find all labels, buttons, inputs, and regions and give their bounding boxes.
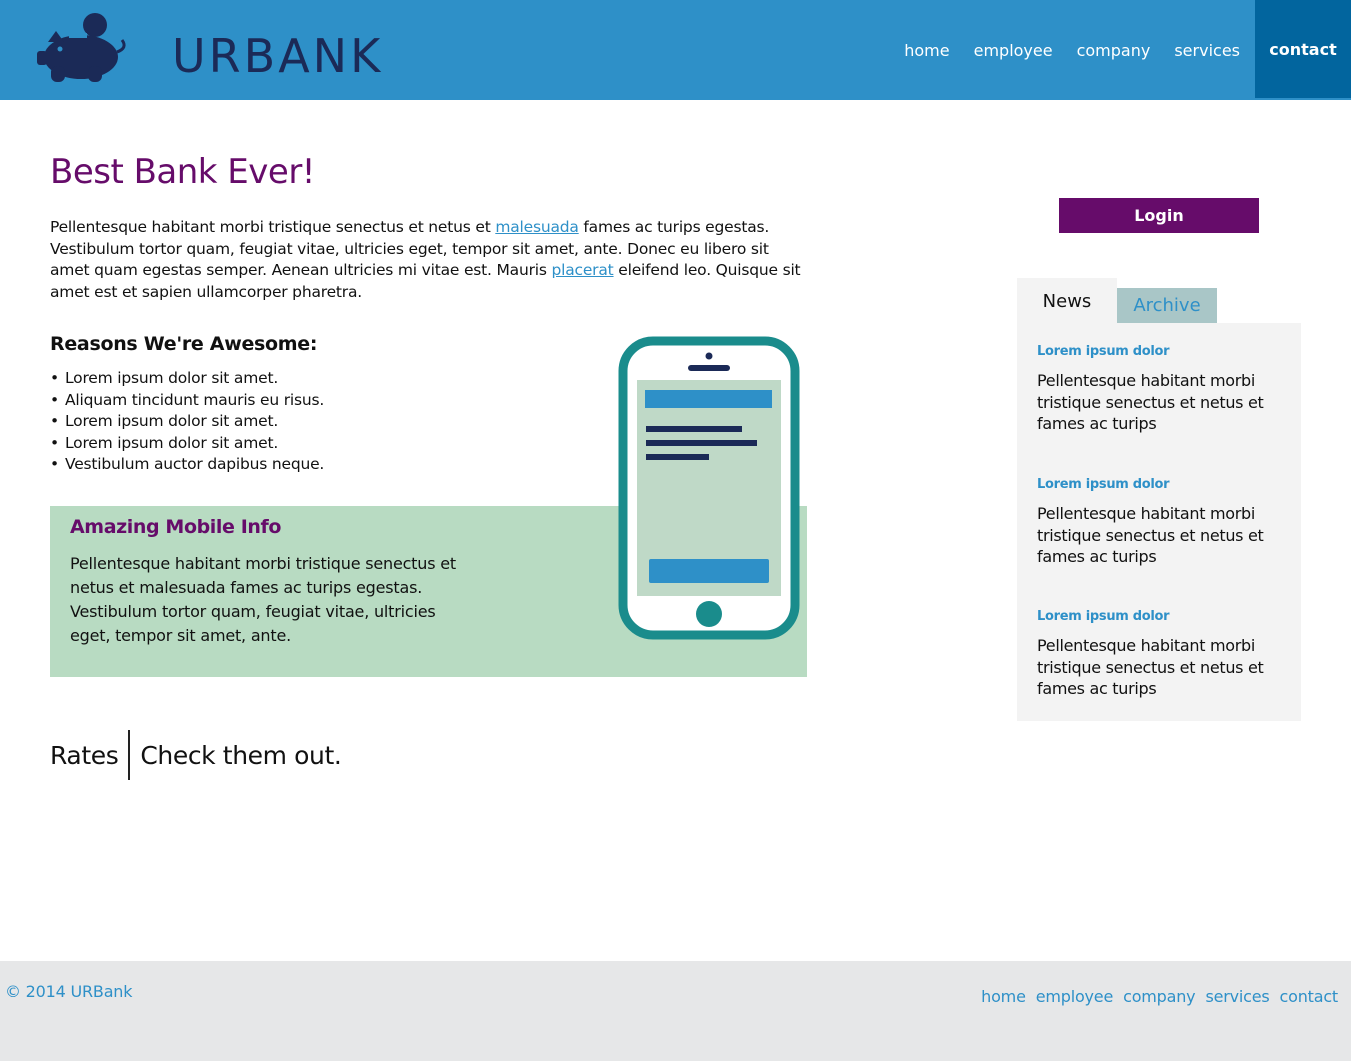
reasons-list: Lorem ipsum dolor sit amet. Aliquam tinc… <box>50 368 324 476</box>
news-panel: Lorem ipsum dolor Pellentesque habitant … <box>1017 323 1301 721</box>
reasons-heading: Reasons We're Awesome: <box>50 333 318 355</box>
rates-heading: Rates <box>50 740 119 770</box>
site-logo[interactable]: URBANK <box>36 8 380 88</box>
footer-nav-services[interactable]: services <box>1205 987 1269 1006</box>
news-item-body: Pellentesque habitant morbi tristique se… <box>1037 504 1264 566</box>
intro-text-1: Pellentesque habitant morbi tristique se… <box>50 218 496 236</box>
news-item: Lorem ipsum dolor Pellentesque habitant … <box>1037 609 1287 700</box>
logo-wordmark: URBANK <box>172 29 384 83</box>
list-item: Lorem ipsum dolor sit amet. <box>50 433 324 455</box>
intro-paragraph: Pellentesque habitant morbi tristique se… <box>50 217 810 303</box>
news-item-title[interactable]: Lorem ipsum dolor <box>1037 344 1287 359</box>
copyright-text: © 2014 URBank <box>5 982 133 1001</box>
piggy-bank-logo-icon <box>37 13 126 82</box>
main-nav: home employee company services contact <box>892 0 1351 100</box>
nav-contact[interactable]: contact <box>1255 0 1351 98</box>
nav-company[interactable]: company <box>1065 0 1163 100</box>
intro-link-malesuada[interactable]: malesuada <box>495 218 579 236</box>
footer-nav: home employee company services contact <box>971 987 1338 1006</box>
list-item: Lorem ipsum dolor sit amet. <box>50 368 324 390</box>
rates-divider <box>128 730 131 780</box>
news-item-body: Pellentesque habitant morbi tristique se… <box>1037 371 1264 433</box>
footer-nav-employee[interactable]: employee <box>1036 987 1114 1006</box>
page-title: Best Bank Ever! <box>50 152 315 192</box>
footer-nav-home[interactable]: home <box>981 987 1026 1006</box>
mobile-info-title: Amazing Mobile Info <box>70 516 282 538</box>
footer-nav-company[interactable]: company <box>1123 987 1196 1006</box>
nav-services[interactable]: services <box>1162 0 1252 100</box>
mobile-info-text: Pellentesque habitant morbi tristique se… <box>70 554 456 645</box>
list-item: Lorem ipsum dolor sit amet. <box>50 411 324 433</box>
tab-news[interactable]: News <box>1017 278 1117 324</box>
intro-link-placerat[interactable]: placerat <box>551 261 613 279</box>
news-item-body: Pellentesque habitant morbi tristique se… <box>1037 636 1264 698</box>
rates-subheading: Check them out. <box>140 740 342 770</box>
list-item: Aliquam tincidunt mauris eu risus. <box>50 390 324 412</box>
login-button[interactable]: Login <box>1059 198 1259 233</box>
news-item-title[interactable]: Lorem ipsum dolor <box>1037 477 1287 492</box>
site-footer: © 2014 URBank home employee company serv… <box>0 961 1351 1061</box>
list-item: Vestibulum auctor dapibus neque. <box>50 454 324 476</box>
news-item: Lorem ipsum dolor Pellentesque habitant … <box>1037 477 1287 568</box>
tab-archive[interactable]: Archive <box>1117 288 1217 323</box>
news-item-title[interactable]: Lorem ipsum dolor <box>1037 609 1287 624</box>
smartphone-illustration-icon <box>618 336 800 640</box>
news-item: Lorem ipsum dolor Pellentesque habitant … <box>1037 344 1287 435</box>
site-header: URBANK home employee company services co… <box>0 0 1351 100</box>
footer-nav-contact[interactable]: contact <box>1280 987 1339 1006</box>
nav-employee[interactable]: employee <box>962 0 1065 100</box>
nav-home[interactable]: home <box>892 0 961 100</box>
rates-section: Rates Check them out. <box>50 730 342 780</box>
